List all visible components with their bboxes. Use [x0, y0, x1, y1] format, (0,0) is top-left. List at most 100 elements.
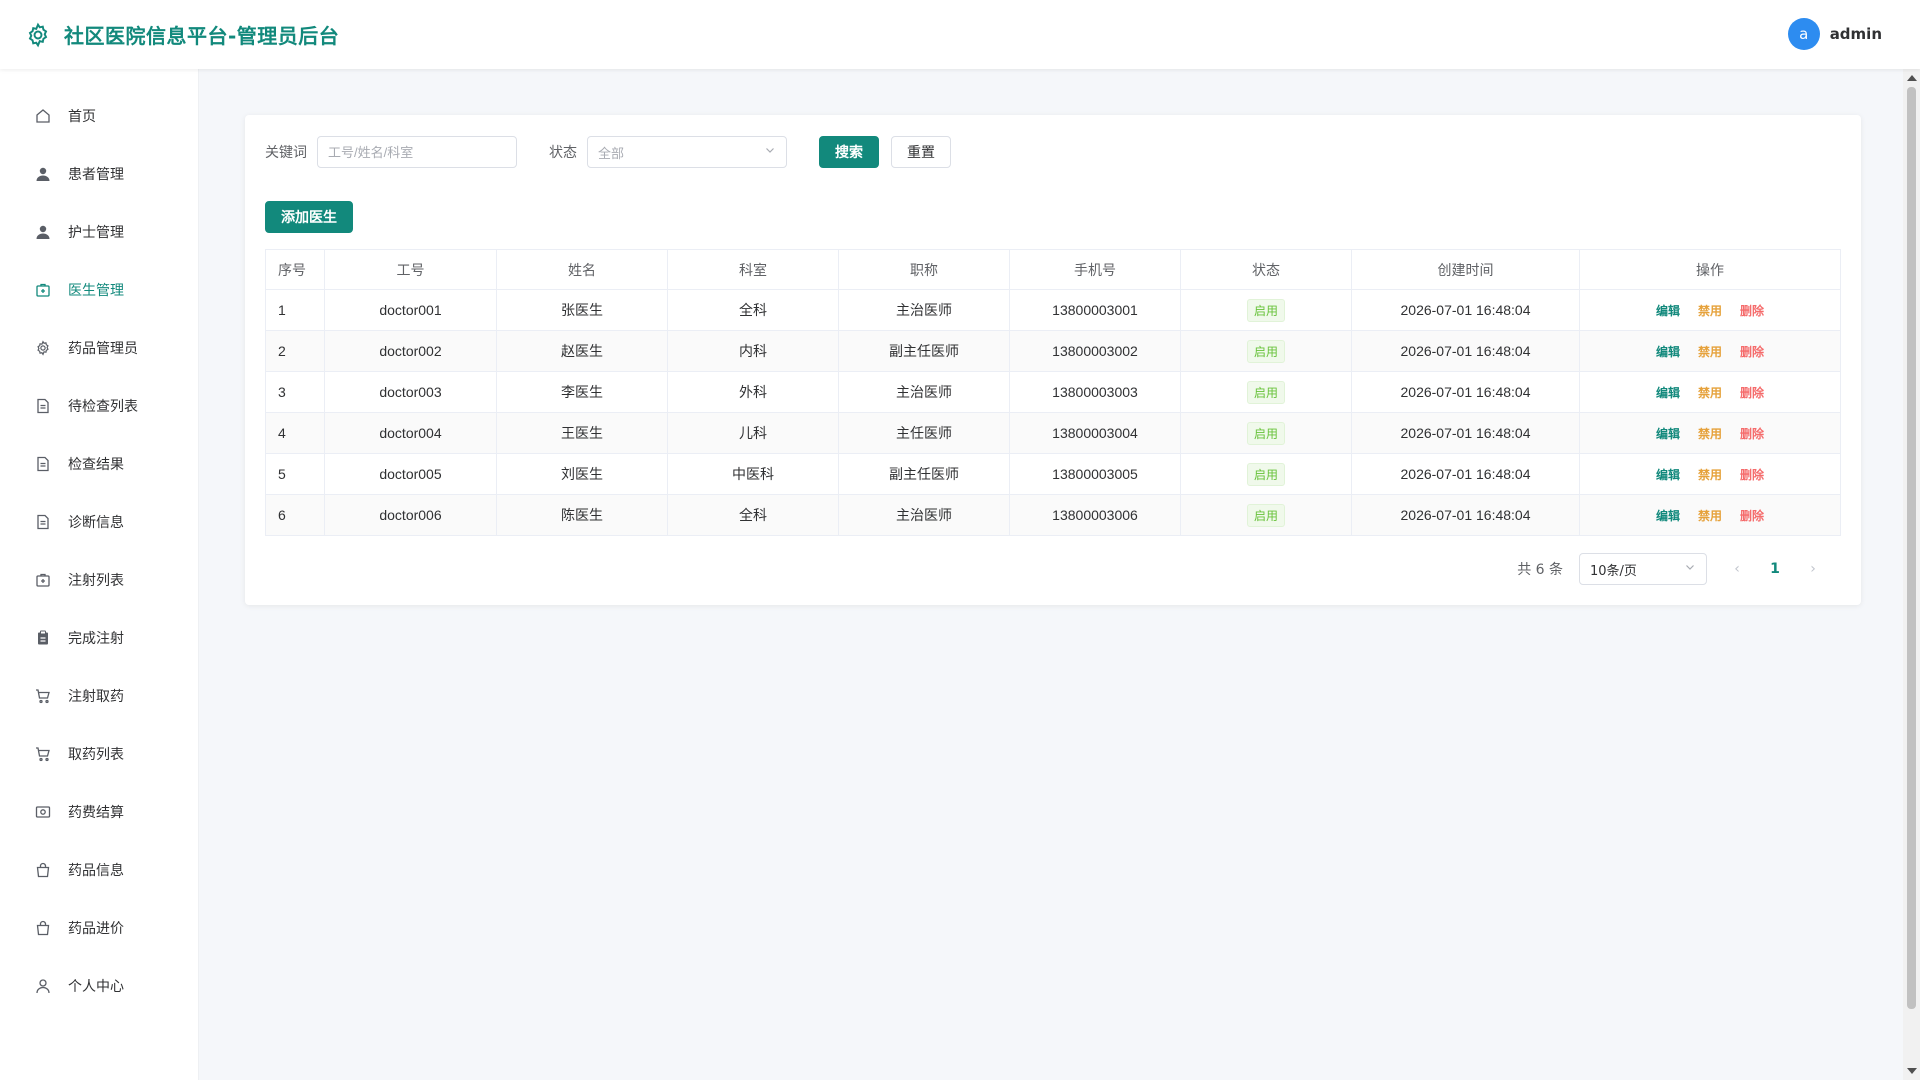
status-badge: 启用	[1246, 462, 1285, 486]
clipboard-icon	[34, 629, 52, 647]
total-count: 共 6 条	[1517, 562, 1563, 578]
add-doctor-button[interactable]: 添加医生	[265, 201, 353, 233]
table-row: 1 doctor001 张医生 全科 主治医师 13800003001 启用 2…	[265, 289, 1841, 331]
column-header: 操作	[1579, 249, 1841, 290]
cell-phone: 13800003006	[1009, 494, 1181, 536]
cell-status: 启用	[1180, 289, 1352, 331]
sidebar-item-pending-exams[interactable]: 待检查列表	[0, 377, 198, 435]
sidebar-item-doctors[interactable]: 医生管理	[0, 261, 198, 319]
sidebar-item-completed-injections[interactable]: 完成注射	[0, 609, 198, 667]
disable-button[interactable]: 禁用	[1698, 509, 1722, 523]
disable-button[interactable]: 禁用	[1698, 468, 1722, 482]
pagination: 共 6 条 10条/页 ‹ 1 ›	[1517, 553, 1825, 585]
cell-title: 副主任医师	[838, 330, 1010, 372]
sidebar-item-label: 取药列表	[68, 747, 124, 763]
scroll-up-arrow-icon[interactable]	[1907, 75, 1917, 81]
cell-index: 5	[265, 453, 325, 495]
actions-bar: 添加医生	[265, 201, 1841, 233]
gear-icon	[24, 21, 52, 49]
medical-kit-icon	[34, 571, 52, 589]
cell-created: 2026-07-01 16:48:04	[1351, 371, 1580, 413]
filter-bar: 关键词 状态 全部 搜索 重置	[265, 135, 1841, 169]
edit-button[interactable]: 编辑	[1656, 468, 1680, 482]
username[interactable]: admin	[1830, 25, 1882, 43]
reset-button[interactable]: 重置	[891, 136, 951, 168]
cell-dept: 外科	[667, 371, 839, 413]
sidebar-item-billing[interactable]: 药费结算	[0, 783, 198, 841]
sidebar-item-pharmacists[interactable]: 药品管理员	[0, 319, 198, 377]
disable-button[interactable]: 禁用	[1698, 386, 1722, 400]
sidebar-item-profile[interactable]: 个人中心	[0, 957, 198, 1015]
status-select[interactable]: 全部	[587, 136, 787, 168]
medical-kit-icon	[34, 281, 52, 299]
disable-button[interactable]: 禁用	[1698, 427, 1722, 441]
sidebar-item-home[interactable]: 首页	[0, 87, 198, 145]
cell-ops: 编辑 禁用 删除	[1579, 412, 1841, 454]
page-size-select[interactable]: 10条/页	[1579, 553, 1707, 585]
delete-button[interactable]: 删除	[1740, 427, 1764, 441]
table-header-row: 序号 工号 姓名 科室 职称 手机号 状态 创建时间 操作	[265, 249, 1841, 290]
edit-button[interactable]: 编辑	[1656, 304, 1680, 318]
cell-name: 张医生	[496, 289, 668, 331]
cell-ops: 编辑 禁用 删除	[1579, 289, 1841, 331]
delete-button[interactable]: 删除	[1740, 468, 1764, 482]
column-header: 职称	[838, 249, 1010, 290]
disable-button[interactable]: 禁用	[1698, 304, 1722, 318]
keyword-input[interactable]	[317, 136, 517, 168]
sidebar-item-injection-pickup[interactable]: 注射取药	[0, 667, 198, 725]
avatar[interactable]: a	[1787, 18, 1820, 50]
delete-button[interactable]: 删除	[1740, 386, 1764, 400]
sidebar-item-exam-results[interactable]: 检查结果	[0, 435, 198, 493]
search-button[interactable]: 搜索	[819, 136, 879, 168]
scroll-thumb[interactable]	[1907, 87, 1916, 1009]
next-page-button[interactable]: ›	[1801, 561, 1825, 577]
page-number[interactable]: 1	[1763, 561, 1787, 577]
table-row: 3 doctor003 李医生 外科 主治医师 13800003003 启用 2…	[265, 371, 1841, 413]
table-row: 4 doctor004 王医生 儿科 主任医师 13800003004 启用 2…	[265, 412, 1841, 454]
sidebar-item-drug-cost[interactable]: 药品进价	[0, 899, 198, 957]
cell-dept: 全科	[667, 494, 839, 536]
sidebar-item-injections[interactable]: 注射列表	[0, 551, 198, 609]
main-content: 关键词 状态 全部 搜索 重置 添加医生 序号 工号 姓名 科室	[199, 69, 1903, 1080]
prev-page-button[interactable]: ‹	[1725, 561, 1749, 577]
sidebar-item-label: 药品信息	[68, 863, 124, 879]
edit-button[interactable]: 编辑	[1656, 386, 1680, 400]
cell-name: 王医生	[496, 412, 668, 454]
edit-button[interactable]: 编辑	[1656, 427, 1680, 441]
document-icon	[34, 513, 52, 531]
cell-title: 主治医师	[838, 494, 1010, 536]
user-menu[interactable]: a admin	[1787, 18, 1882, 50]
cell-code: doctor002	[324, 330, 497, 372]
column-header: 手机号	[1009, 249, 1181, 290]
edit-button[interactable]: 编辑	[1656, 509, 1680, 523]
sidebar-item-patients[interactable]: 患者管理	[0, 145, 198, 203]
cell-dept: 儿科	[667, 412, 839, 454]
bag-icon	[34, 861, 52, 879]
scroll-down-arrow-icon[interactable]	[1907, 1068, 1917, 1074]
money-icon	[34, 803, 52, 821]
cell-index: 4	[265, 412, 325, 454]
cell-code: doctor001	[324, 289, 497, 331]
page-size-value: 10条/页	[1590, 563, 1637, 579]
sidebar-item-diagnosis[interactable]: 诊断信息	[0, 493, 198, 551]
delete-button[interactable]: 删除	[1740, 304, 1764, 318]
doctor-management-card: 关键词 状态 全部 搜索 重置 添加医生 序号 工号 姓名 科室	[245, 115, 1861, 605]
cart-icon	[34, 745, 52, 763]
cell-code: doctor004	[324, 412, 497, 454]
cell-name: 赵医生	[496, 330, 668, 372]
delete-button[interactable]: 删除	[1740, 509, 1764, 523]
edit-button[interactable]: 编辑	[1656, 345, 1680, 359]
status-badge: 启用	[1246, 503, 1285, 527]
sidebar-item-nurses[interactable]: 护士管理	[0, 203, 198, 261]
cell-status: 启用	[1180, 371, 1352, 413]
sidebar-item-drug-info[interactable]: 药品信息	[0, 841, 198, 899]
sidebar-item-label: 药品管理员	[68, 341, 138, 357]
disable-button[interactable]: 禁用	[1698, 345, 1722, 359]
sidebar-item-label: 护士管理	[68, 225, 124, 241]
cell-title: 副主任医师	[838, 453, 1010, 495]
sidebar-item-pickup-list[interactable]: 取药列表	[0, 725, 198, 783]
scrollbar[interactable]	[1903, 69, 1920, 1080]
cell-code: doctor005	[324, 453, 497, 495]
delete-button[interactable]: 删除	[1740, 345, 1764, 359]
cell-created: 2026-07-01 16:48:04	[1351, 289, 1580, 331]
